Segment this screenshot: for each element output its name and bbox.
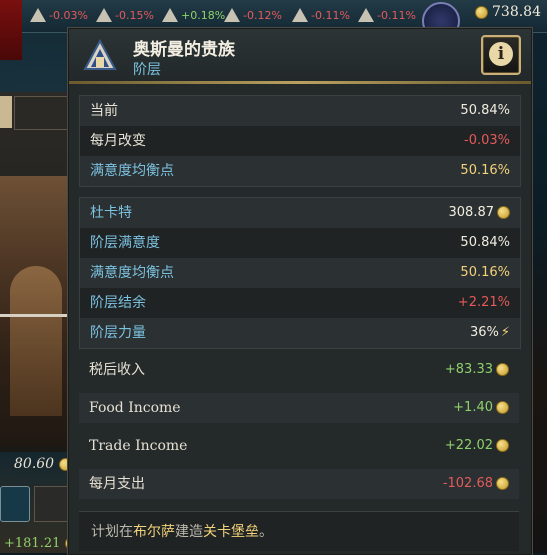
row-trade-income: Trade Income +22.02 xyxy=(79,431,519,461)
estate-icon xyxy=(224,8,240,22)
tooltip-subtitle: 阶层 xyxy=(133,62,161,78)
left-action-button-2[interactable] xyxy=(34,486,72,522)
scene-illustration xyxy=(0,176,72,446)
ducat-icon xyxy=(496,401,509,414)
nobility-icon xyxy=(83,39,117,70)
row-current: 当前 50.84% xyxy=(80,96,520,126)
estate-icon xyxy=(96,8,112,22)
tooltip-title: 奥斯曼的贵族 xyxy=(133,40,235,60)
left-tab[interactable] xyxy=(0,96,12,128)
power-icon: ⚡ xyxy=(500,325,510,340)
arch-decoration xyxy=(10,266,62,416)
row-estate-power: 阶层力量 36% ⚡ xyxy=(80,318,520,348)
status-section: 当前 50.84% 每月改变 -0.03% 满意度均衡点 50.16% xyxy=(79,95,521,187)
country-flag[interactable] xyxy=(0,0,22,60)
ducat-icon xyxy=(496,363,509,376)
row-monthly-change: 每月改变 -0.03% xyxy=(90,133,510,149)
row-monthly-expense: 每月支出 -102.68 xyxy=(79,469,519,499)
ducat-icon xyxy=(497,206,510,219)
row-equilibrium: 满意度均衡点 50.16% xyxy=(80,156,520,186)
topbar-estate-5[interactable]: -0.11% xyxy=(292,8,350,22)
footer-place: 布尔萨 xyxy=(133,524,175,540)
building-tab[interactable] xyxy=(14,96,72,130)
row-ducats: 杜卡特 308.87 xyxy=(80,198,520,228)
ducat-icon xyxy=(496,439,509,452)
ducat-icon xyxy=(496,477,509,490)
info-button[interactable]: i xyxy=(481,35,521,75)
estate-icon xyxy=(292,8,308,22)
info-icon: i xyxy=(489,42,513,66)
row-food-income: Food Income +1.40 xyxy=(79,393,519,423)
left-income: +181.21 xyxy=(0,536,78,551)
scene-divider xyxy=(0,314,72,317)
treasury[interactable]: 738.84 xyxy=(474,4,541,20)
estate-icon xyxy=(30,8,46,22)
ducat-icon xyxy=(474,5,488,19)
left-value: 80.60 xyxy=(14,456,72,472)
estate-icon xyxy=(358,8,374,22)
tooltip-footer: 计划在布尔萨建造关卡堡垒。 xyxy=(79,511,519,551)
topbar-estate-1[interactable]: -0.03% xyxy=(30,8,88,22)
estate-icon xyxy=(162,8,178,22)
topbar-estate-3[interactable]: +0.18% xyxy=(162,8,225,22)
topbar-estate-2[interactable]: -0.15% xyxy=(96,8,154,22)
row-estate-surplus: 阶层结余 +2.21% xyxy=(90,295,510,311)
topbar-estate-4[interactable]: -0.12% xyxy=(224,8,282,22)
footer-building: 关卡堡垒 xyxy=(203,524,259,540)
estate-tooltip: 奥斯曼的贵族 阶层 i 当前 50.84% 每月改变 -0.03% 满意度均衡点 50… xyxy=(68,28,532,555)
left-action-button[interactable] xyxy=(0,486,30,522)
detail-section: 杜卡特 308.87 阶层满意度 50.84% 满意度均衡点 50.16% 阶层结余 +… xyxy=(79,197,521,349)
header-divider xyxy=(69,81,531,84)
row-equilibrium-2: 满意度均衡点 50.16% xyxy=(80,258,520,288)
row-estate-satisfaction: 阶层满意度 50.84% xyxy=(90,235,510,251)
topbar-estate-6[interactable]: -0.11% xyxy=(358,8,416,22)
row-net-income: 税后收入 +83.33 xyxy=(79,355,519,385)
